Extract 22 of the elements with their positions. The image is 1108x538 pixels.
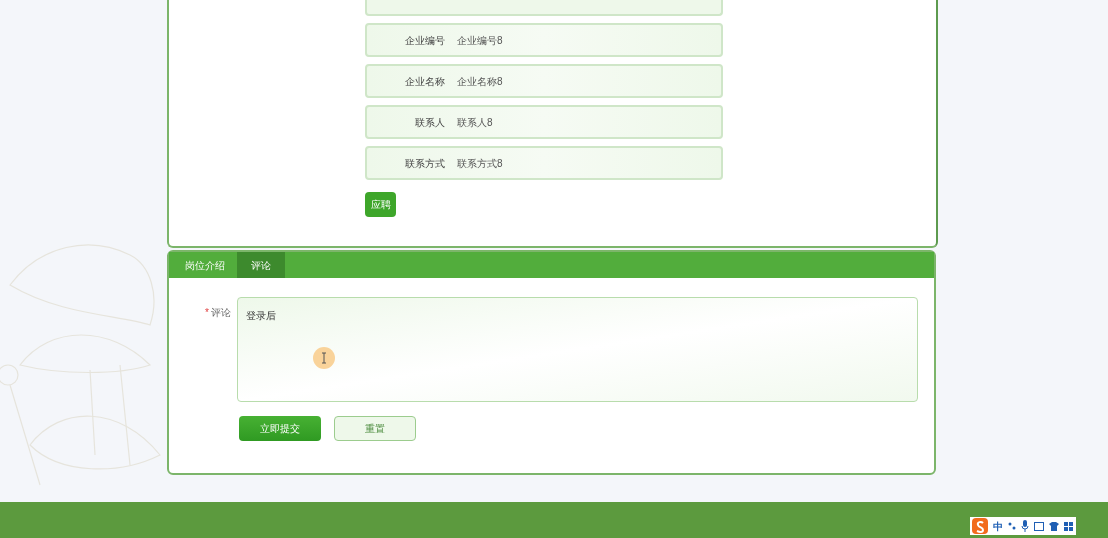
apply-button[interactable]: 应聘	[365, 192, 396, 217]
field-value: 企业编号8	[457, 33, 503, 48]
field-label: 企业名称	[404, 74, 445, 89]
reset-button[interactable]: 重置	[334, 416, 416, 441]
field-value: 联系方式8	[457, 156, 503, 171]
microphone-icon[interactable]	[1021, 520, 1029, 532]
field-label: 联系方式	[404, 156, 445, 171]
comment-textarea[interactable]: 登录后	[237, 297, 918, 402]
tab[interactable]: 评论	[237, 252, 285, 278]
field-label: 企业编号	[404, 33, 445, 48]
cursor-highlight-icon	[313, 347, 335, 369]
comment-label: 评论	[211, 306, 231, 320]
field-value: 企业名称8	[457, 74, 503, 89]
field-value: 联系人8	[457, 115, 493, 130]
shirt-icon[interactable]	[1049, 521, 1059, 531]
punctuation-icon[interactable]	[1008, 522, 1016, 530]
submit-button[interactable]: 立即提交	[239, 416, 321, 441]
grid-icon[interactable]	[1064, 521, 1073, 531]
input-mode-label[interactable]: 中	[993, 518, 1003, 534]
required-mark: *	[205, 306, 209, 320]
field-label: 联系人	[414, 115, 445, 130]
tab[interactable]: 岗位介绍	[177, 252, 233, 278]
